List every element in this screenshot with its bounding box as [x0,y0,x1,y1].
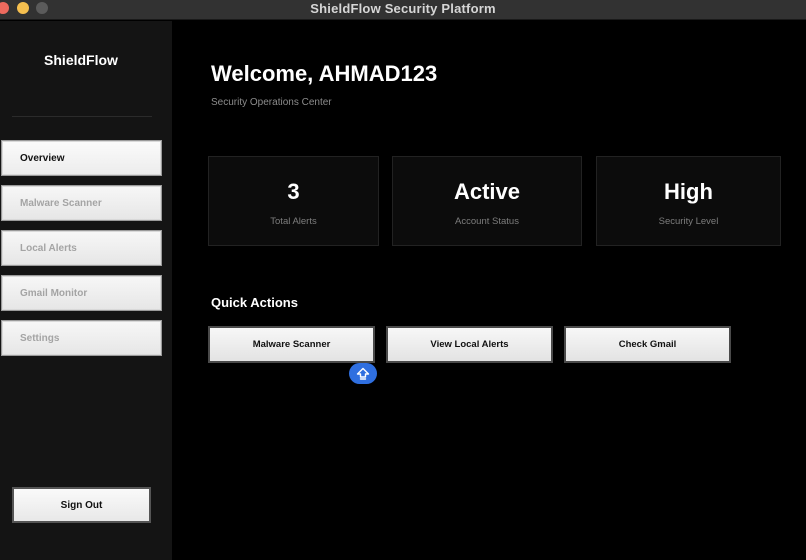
sidebar-item-local-alerts[interactable]: Local Alerts [1,230,162,266]
page-title: Welcome, AHMAD123 [211,61,438,86]
sidebar-item-malware-scanner[interactable]: Malware Scanner [1,185,162,221]
quick-action-malware-scanner-button[interactable]: Malware Scanner [208,326,375,363]
sign-out-button[interactable]: Sign Out [12,487,151,523]
sidebar-item-overview[interactable]: Overview [1,140,162,176]
floating-upload-button[interactable] [349,363,377,384]
quick-action-check-gmail-button[interactable]: Check Gmail [564,326,731,363]
stat-label: Security Level [658,216,719,227]
stat-card-total-alerts: 3 Total Alerts [208,156,379,246]
stat-label: Account Status [455,216,519,227]
stat-card-account-status: Active Account Status [392,156,582,246]
title-bar: ShieldFlow Security Platform [0,0,806,20]
upload-arrow-icon [356,367,370,380]
window-title: ShieldFlow Security Platform [310,1,496,16]
quick-actions-heading: Quick Actions [211,295,298,310]
sidebar-item-gmail-monitor[interactable]: Gmail Monitor [1,275,162,311]
page-subtitle: Security Operations Center [211,97,332,108]
stat-label: Total Alerts [270,216,317,227]
sidebar-item-settings[interactable]: Settings [1,320,162,356]
quick-action-view-local-alerts-button[interactable]: View Local Alerts [386,326,553,363]
stat-card-security-level: High Security Level [596,156,781,246]
brand-logo: ShieldFlow [44,52,118,68]
sidebar-divider [12,116,152,117]
sidebar: ShieldFlow Overview Malware Scanner Loca… [0,21,172,560]
stat-value: 3 [287,179,300,204]
stat-value: High [664,179,713,204]
stat-value: Active [453,179,521,204]
